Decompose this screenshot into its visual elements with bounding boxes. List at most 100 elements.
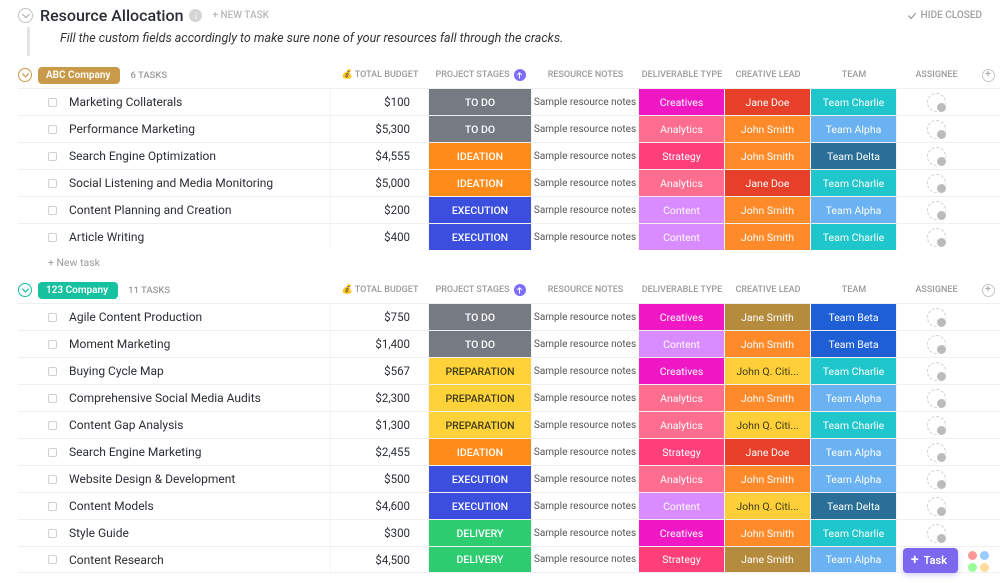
deliverable-cell[interactable]: Creatives (639, 304, 725, 330)
notes-cell[interactable]: Sample resource notes (532, 197, 639, 223)
team-cell[interactable]: Team Alpha (811, 385, 897, 411)
budget-cell[interactable]: $300 (331, 520, 429, 546)
budget-cell[interactable]: $5,000 (331, 170, 429, 196)
task-row[interactable]: Content Gap Analysis $1,300 PREPARATION … (18, 411, 1000, 438)
budget-cell[interactable]: $1,300 (331, 412, 429, 438)
hide-closed-toggle[interactable]: HIDE CLOSED (907, 10, 982, 21)
lead-cell[interactable]: John Smith (725, 385, 811, 411)
task-name[interactable]: Content Gap Analysis (18, 412, 331, 438)
team-cell[interactable]: Team Charlie (811, 224, 897, 250)
lead-cell[interactable]: Jane Doe (725, 170, 811, 196)
status-icon[interactable] (48, 233, 57, 242)
notes-cell[interactable]: Sample resource notes (532, 358, 639, 384)
status-icon[interactable] (48, 475, 57, 484)
task-row[interactable]: Social Listening and Media Monitoring $5… (18, 169, 1000, 196)
team-cell[interactable]: Team Charlie (811, 358, 897, 384)
team-cell[interactable]: Team Charlie (811, 412, 897, 438)
col-header-lead[interactable]: CREATIVE LEAD (725, 70, 811, 80)
team-cell[interactable]: Team Beta (811, 304, 897, 330)
col-header-deliverable[interactable]: DELIVERABLE TYPE (639, 285, 725, 295)
col-header-stages[interactable]: PROJECT STAGES (429, 69, 532, 81)
create-task-button[interactable]: + Task (903, 548, 958, 573)
task-row[interactable]: Content Research $4,500 DELIVERY Sample … (18, 546, 1000, 573)
deliverable-cell[interactable]: Analytics (639, 412, 725, 438)
notes-cell[interactable]: Sample resource notes (532, 412, 639, 438)
assignee-cell[interactable] (897, 143, 976, 169)
deliverable-cell[interactable]: Analytics (639, 385, 725, 411)
status-icon[interactable] (48, 367, 57, 376)
deliverable-cell[interactable]: Content (639, 224, 725, 250)
status-icon[interactable] (48, 206, 57, 215)
task-name[interactable]: Search Engine Optimization (18, 143, 331, 169)
team-cell[interactable]: Team Alpha (811, 439, 897, 465)
stage-cell[interactable]: TO DO (429, 331, 532, 357)
task-name[interactable]: Style Guide (18, 520, 331, 546)
assign-user-icon[interactable] (927, 524, 946, 543)
budget-cell[interactable]: $750 (331, 304, 429, 330)
stage-cell[interactable]: EXECUTION (429, 493, 532, 519)
task-row[interactable]: Content Models $4,600 EXECUTION Sample r… (18, 492, 1000, 519)
assignee-cell[interactable] (897, 304, 976, 330)
assignee-cell[interactable] (897, 520, 976, 546)
deliverable-cell[interactable]: Strategy (639, 143, 725, 169)
budget-cell[interactable]: $200 (331, 197, 429, 223)
team-cell[interactable]: Team Beta (811, 331, 897, 357)
sort-icon[interactable] (514, 284, 526, 296)
deliverable-cell[interactable]: Analytics (639, 116, 725, 142)
assign-user-icon[interactable] (927, 497, 946, 516)
assign-user-icon[interactable] (927, 228, 946, 247)
lead-cell[interactable]: Jane Doe (725, 89, 811, 115)
notes-cell[interactable]: Sample resource notes (532, 493, 639, 519)
assign-user-icon[interactable] (927, 443, 946, 462)
assignee-cell[interactable] (897, 358, 976, 384)
lead-cell[interactable]: John Smith (725, 520, 811, 546)
col-header-assignee[interactable]: ASSIGNEE (897, 285, 976, 295)
status-icon[interactable] (48, 125, 57, 134)
assign-user-icon[interactable] (927, 174, 946, 193)
new-task-button[interactable]: + NEW TASK (212, 10, 268, 21)
assignee-cell[interactable] (897, 331, 976, 357)
status-icon[interactable] (48, 394, 57, 403)
task-row[interactable]: Marketing Collaterals $100 TO DO Sample … (18, 88, 1000, 115)
stage-cell[interactable]: EXECUTION (429, 197, 532, 223)
col-header-lead[interactable]: CREATIVE LEAD (725, 285, 811, 295)
stage-cell[interactable]: EXECUTION (429, 224, 532, 250)
budget-cell[interactable]: $4,600 (331, 493, 429, 519)
new-task-row[interactable]: + New task (18, 250, 1000, 275)
assignee-cell[interactable] (897, 385, 976, 411)
budget-cell[interactable]: $1,400 (331, 331, 429, 357)
stage-cell[interactable]: DELIVERY (429, 547, 532, 572)
deliverable-cell[interactable]: Content (639, 197, 725, 223)
stage-cell[interactable]: TO DO (429, 116, 532, 142)
notes-cell[interactable]: Sample resource notes (532, 304, 639, 330)
team-cell[interactable]: Team Delta (811, 493, 897, 519)
budget-cell[interactable]: $567 (331, 358, 429, 384)
task-row[interactable]: Moment Marketing $1,400 TO DO Sample res… (18, 330, 1000, 357)
status-icon[interactable] (48, 502, 57, 511)
status-icon[interactable] (48, 421, 57, 430)
assignee-cell[interactable] (897, 439, 976, 465)
add-column-button[interactable]: + (976, 69, 1000, 82)
col-header-budget[interactable]: 💰TOTAL BUDGET (331, 285, 429, 295)
budget-cell[interactable]: $2,455 (331, 439, 429, 465)
assign-user-icon[interactable] (927, 335, 946, 354)
task-row[interactable]: Search Engine Marketing $2,455 IDEATION … (18, 438, 1000, 465)
apps-icon[interactable] (968, 551, 990, 573)
deliverable-cell[interactable]: Strategy (639, 439, 725, 465)
budget-cell[interactable]: $5,300 (331, 116, 429, 142)
stage-cell[interactable]: TO DO (429, 304, 532, 330)
status-icon[interactable] (48, 340, 57, 349)
stage-cell[interactable]: EXECUTION (429, 466, 532, 492)
lead-cell[interactable]: John Q. Citi... (725, 358, 811, 384)
assignee-cell[interactable] (897, 89, 976, 115)
budget-cell[interactable]: $2,300 (331, 385, 429, 411)
deliverable-cell[interactable]: Strategy (639, 547, 725, 572)
assign-user-icon[interactable] (927, 147, 946, 166)
lead-cell[interactable]: John Smith (725, 116, 811, 142)
sort-icon[interactable] (514, 69, 526, 81)
task-name[interactable]: Content Models (18, 493, 331, 519)
task-row[interactable]: Content Planning and Creation $200 EXECU… (18, 196, 1000, 223)
assignee-cell[interactable] (897, 412, 976, 438)
task-row[interactable]: Style Guide $300 DELIVERY Sample resourc… (18, 519, 1000, 546)
notes-cell[interactable]: Sample resource notes (532, 170, 639, 196)
